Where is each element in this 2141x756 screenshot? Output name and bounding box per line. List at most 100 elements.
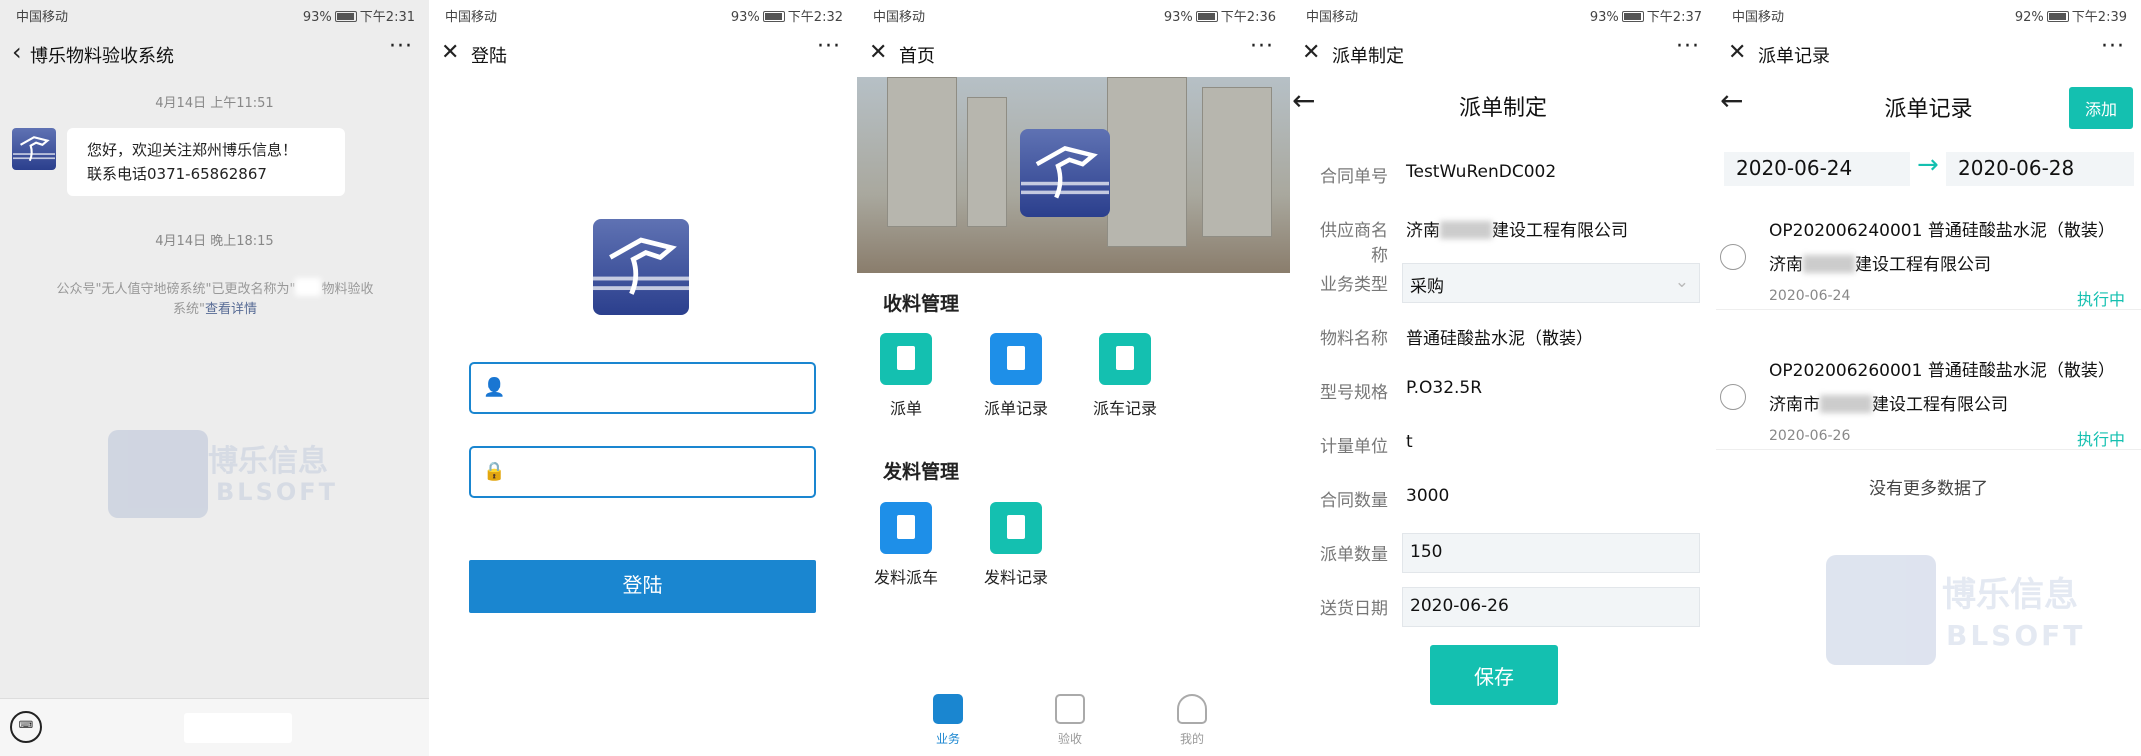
business-icon bbox=[933, 694, 963, 724]
item-date: 2020-06-26 bbox=[1769, 428, 1851, 444]
list-item[interactable]: OP202006240001 普通硅酸盐水泥（散装） 济南 建设工程有限公司 20… bbox=[1716, 210, 2141, 310]
radio-button[interactable] bbox=[1720, 384, 1746, 410]
nav-bar: ✕ 派单记录 ··· bbox=[1716, 34, 2141, 76]
list-item[interactable]: OP202006260001 普通硅酸盐水泥（散装） 济南市 建设工程有限公司 2… bbox=[1716, 350, 2141, 450]
screen-home: 中国移动 93% 下午2:36 ✕ 首页 ··· 收料管理 派单 派单记录 派车记… bbox=[857, 0, 1290, 756]
chat-timestamp: 4月14日 上午11:51 bbox=[155, 96, 274, 111]
tile-issue-dispatch[interactable]: 发料派车 bbox=[861, 502, 951, 588]
banner-image bbox=[857, 77, 1290, 273]
tile-dispatch[interactable]: 派单 bbox=[861, 333, 951, 419]
message-line: 联系电话0371-65862867 bbox=[87, 165, 267, 183]
tile-dispatch-records[interactable]: 派单记录 bbox=[971, 333, 1061, 419]
input-bar: ⌨ bbox=[0, 698, 429, 756]
screen-dispatch-form: 中国移动 93% 下午2:37 ✕ 派单制定 ··· ← 派单制定 合同单号 Te… bbox=[1290, 0, 1716, 756]
arrow-right-icon: → bbox=[1917, 150, 1939, 180]
more-icon[interactable]: ··· bbox=[1676, 34, 1700, 59]
tab-mine[interactable]: 我的 bbox=[1162, 694, 1222, 747]
screen-login: 中国移动 93% 下午2:32 ✕ 登陆 ··· 👤 🔒 登陆 bbox=[429, 0, 857, 756]
clipboard-edit-icon bbox=[990, 333, 1042, 385]
username-input[interactable] bbox=[513, 372, 803, 404]
status-bar: 中国移动 93% 下午2:31 bbox=[0, 0, 429, 28]
chat-timestamp: 4月14日 晚上18:15 bbox=[155, 234, 274, 249]
save-button[interactable]: 保存 bbox=[1430, 645, 1558, 705]
page-title: 派单制定 bbox=[1458, 96, 1547, 121]
back-chevron-icon[interactable]: ‹ bbox=[12, 38, 22, 66]
tab-bar: 业务 验收 我的 bbox=[857, 694, 1290, 756]
avatar[interactable] bbox=[12, 128, 56, 170]
password-field[interactable]: 🔒 bbox=[469, 446, 816, 498]
user-icon: 👤 bbox=[483, 377, 506, 398]
nav-title: 派单记录 bbox=[1758, 46, 1830, 67]
message-line: 您好，欢迎关注郑州博乐信息！ bbox=[87, 141, 298, 159]
item-date: 2020-06-24 bbox=[1769, 288, 1851, 304]
no-more-data: 没有更多数据了 bbox=[1869, 479, 1988, 499]
date-to-input[interactable]: 2020-06-28 bbox=[1946, 152, 2134, 186]
business-type-select[interactable]: 采购 ⌄ bbox=[1402, 263, 1700, 303]
watermark: 博乐信息 BLSOFT bbox=[1826, 555, 2084, 665]
status-bar: 中国移动 93% 下午2:32 bbox=[445, 10, 843, 25]
view-details-link[interactable]: 查看详情 bbox=[205, 302, 257, 317]
battery-percent: 93% bbox=[302, 10, 332, 25]
status-badge: 执行中 bbox=[2076, 430, 2125, 449]
user-icon bbox=[1177, 694, 1207, 724]
battery-icon bbox=[1195, 11, 1218, 22]
more-icon[interactable]: ··· bbox=[389, 34, 413, 59]
close-icon[interactable]: ✕ bbox=[1302, 40, 1320, 65]
close-icon[interactable]: ✕ bbox=[1728, 40, 1746, 65]
status-bar: 中国移动 92% 下午2:39 bbox=[1732, 10, 2127, 25]
radio-button[interactable] bbox=[1720, 244, 1746, 270]
add-button[interactable]: 添加 bbox=[2069, 87, 2133, 129]
battery-icon bbox=[1621, 11, 1644, 22]
field-spec: 型号规格 P.O32.5R bbox=[1320, 378, 1483, 403]
app-logo bbox=[1020, 129, 1110, 217]
system-notice: 公众号"无人值守地磅系统"已更改名称为" 物料验收 系统"查看详情 bbox=[30, 278, 400, 320]
nav-bar: ‹ 博乐物料验收系统 ··· bbox=[0, 34, 429, 76]
clipboard-list-icon bbox=[1099, 333, 1151, 385]
dispatch-qty-input[interactable]: 150 bbox=[1402, 533, 1700, 573]
section-title: 收料管理 bbox=[883, 293, 960, 315]
more-icon[interactable]: ··· bbox=[2101, 34, 2125, 59]
tab-business[interactable]: 业务 bbox=[918, 694, 978, 747]
more-icon[interactable]: ··· bbox=[817, 34, 841, 59]
field-unit: 计量单位 t bbox=[1320, 432, 1413, 457]
tile-vehicle-records[interactable]: 派车记录 bbox=[1080, 333, 1170, 419]
date-from-input[interactable]: 2020-06-24 bbox=[1724, 152, 1910, 186]
message-bubble: 您好，欢迎关注郑州博乐信息！ 联系电话0371-65862867 bbox=[67, 128, 345, 196]
watermark: 博乐信息 BLSOFT bbox=[108, 430, 338, 518]
close-icon[interactable]: ✕ bbox=[441, 40, 459, 65]
field-contract-qty: 合同数量 3000 bbox=[1320, 486, 1450, 511]
close-icon[interactable]: ✕ bbox=[869, 40, 887, 65]
chevron-down-icon: ⌄ bbox=[1674, 272, 1689, 292]
document-clock-icon bbox=[990, 502, 1042, 554]
section-title: 发料管理 bbox=[883, 461, 960, 483]
password-input[interactable] bbox=[513, 456, 803, 488]
field-material: 物料名称 普通硅酸盐水泥（散装） bbox=[1320, 329, 1593, 349]
message-input[interactable] bbox=[184, 713, 292, 743]
lock-icon: 🔒 bbox=[483, 461, 506, 482]
app-logo bbox=[593, 219, 689, 315]
status-bar: 中国移动 93% 下午2:37 bbox=[1306, 10, 1702, 25]
field-business-type: 业务类型 采购 ⌄ bbox=[1306, 256, 1700, 306]
field-contract-no: 合同单号 TestWuRenDC002 bbox=[1320, 162, 1557, 187]
search-icon bbox=[1055, 694, 1085, 724]
document-icon bbox=[880, 502, 932, 554]
nav-bar: ✕ 首页 ··· bbox=[857, 34, 1290, 76]
screen-dispatch-records: 中国移动 92% 下午2:39 ✕ 派单记录 ··· ← 派单记录 添加 2020… bbox=[1716, 0, 2141, 756]
nav-bar: ✕ 派单制定 ··· bbox=[1290, 34, 1716, 76]
tab-inspection[interactable]: 验收 bbox=[1040, 694, 1100, 747]
login-button[interactable]: 登陆 bbox=[469, 560, 816, 613]
delivery-date-input[interactable]: 2020-06-26 bbox=[1402, 587, 1700, 627]
tile-issue-records[interactable]: 发料记录 bbox=[971, 502, 1061, 588]
page-title: 登陆 bbox=[471, 46, 507, 67]
clock: 下午2:31 bbox=[359, 10, 415, 25]
clipboard-icon bbox=[880, 333, 932, 385]
keyboard-icon[interactable]: ⌨ bbox=[10, 711, 42, 743]
page-title: 首页 bbox=[899, 46, 935, 67]
status-bar: 中国移动 93% 下午2:36 bbox=[873, 10, 1276, 25]
username-field[interactable]: 👤 bbox=[469, 362, 816, 414]
battery-icon bbox=[2046, 11, 2069, 22]
screen-chat: 中国移动 93% 下午2:31 ‹ 博乐物料验收系统 ··· 4月14日 上午11… bbox=[0, 0, 429, 756]
battery-icon bbox=[762, 11, 785, 22]
nav-title: 派单制定 bbox=[1332, 46, 1404, 67]
more-icon[interactable]: ··· bbox=[1250, 34, 1274, 59]
